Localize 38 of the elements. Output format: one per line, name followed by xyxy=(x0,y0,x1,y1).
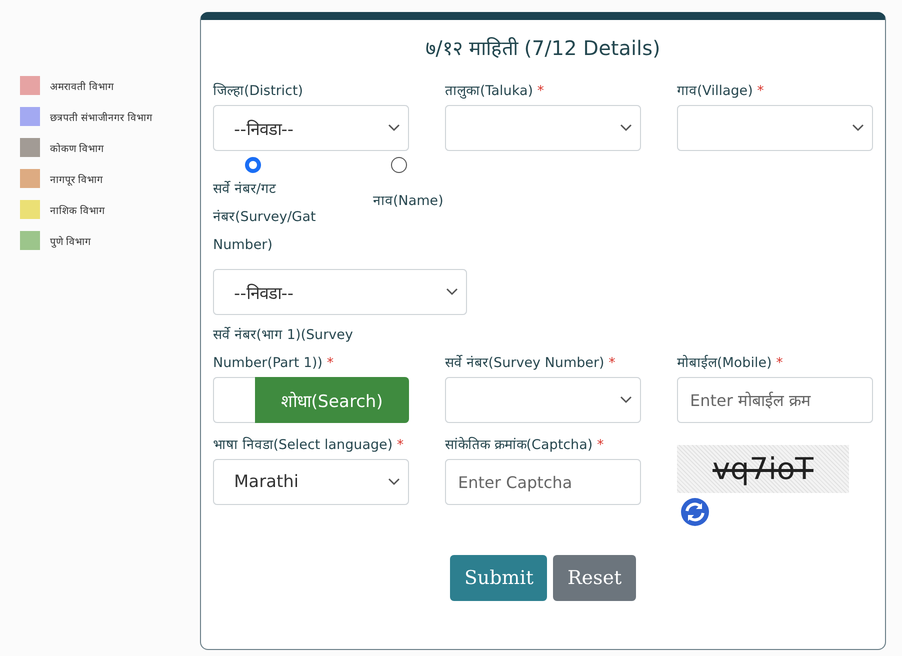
field-label: तालुका(Taluka) * xyxy=(445,82,546,101)
dropdown-select[interactable]: --निवडा-- xyxy=(213,269,467,315)
field-label: सांकेतिक क्रमांक(Captcha) * xyxy=(445,436,605,455)
chevron-icon xyxy=(388,124,400,132)
field-label: मोबाईल(Mobile) * xyxy=(677,354,784,373)
chevron-icon xyxy=(620,124,632,132)
legend-label: छत्रपती संभाजीनगर विभाग xyxy=(50,111,152,124)
dropdown-select[interactable] xyxy=(677,105,873,151)
chevron-icon xyxy=(388,478,400,486)
legend-label: पुणे विभाग xyxy=(50,235,92,248)
field-label: सर्वे नंबर(भाग 1)(Survey Number(Part 1)) * xyxy=(213,326,354,373)
legend-label: अमरावती विभाग xyxy=(50,80,114,92)
chevron-icon xyxy=(446,288,458,296)
input-field[interactable] xyxy=(213,377,255,423)
field-label: सर्वे नंबर(Survey Number) * xyxy=(445,354,616,373)
captcha-image: vq7ioT xyxy=(677,445,849,493)
legend-label: नाशिक विभाग xyxy=(50,204,106,216)
radio-button[interactable] xyxy=(245,157,261,173)
legend-label: कोकण विभाग xyxy=(50,142,104,154)
reset-button[interactable]: Reset xyxy=(553,555,636,601)
chevron-icon xyxy=(852,124,864,132)
input-field[interactable]: Enter Captcha xyxy=(445,459,641,505)
field-label: भाषा निवडा(Select language) * xyxy=(213,436,405,455)
submit-button[interactable]: Submit xyxy=(450,555,548,601)
card-title: ७/१२ माहिती (7/12 Details) xyxy=(424,35,662,61)
input-field[interactable]: Enter मोबाईल क्रम xyxy=(677,377,873,423)
legend-label: नागपूर विभाग xyxy=(50,173,104,186)
dropdown-select[interactable]: --निवडा-- xyxy=(213,105,409,151)
chevron-icon xyxy=(620,396,632,404)
dropdown-select[interactable] xyxy=(445,377,641,423)
radio-button[interactable] xyxy=(391,157,407,173)
field-label: गाव(Village) * xyxy=(677,82,765,101)
search-button[interactable]: शोधा(Search) xyxy=(255,377,409,423)
radio-label: नाव(Name) xyxy=(373,192,444,211)
radio-label: सर्वे नंबर/गट नंबर(Survey/Gat Number) xyxy=(213,180,317,255)
field-label: जिल्हा(District) xyxy=(213,82,304,101)
dropdown-select[interactable] xyxy=(445,105,641,151)
dropdown-select[interactable]: Marathi xyxy=(213,459,409,505)
